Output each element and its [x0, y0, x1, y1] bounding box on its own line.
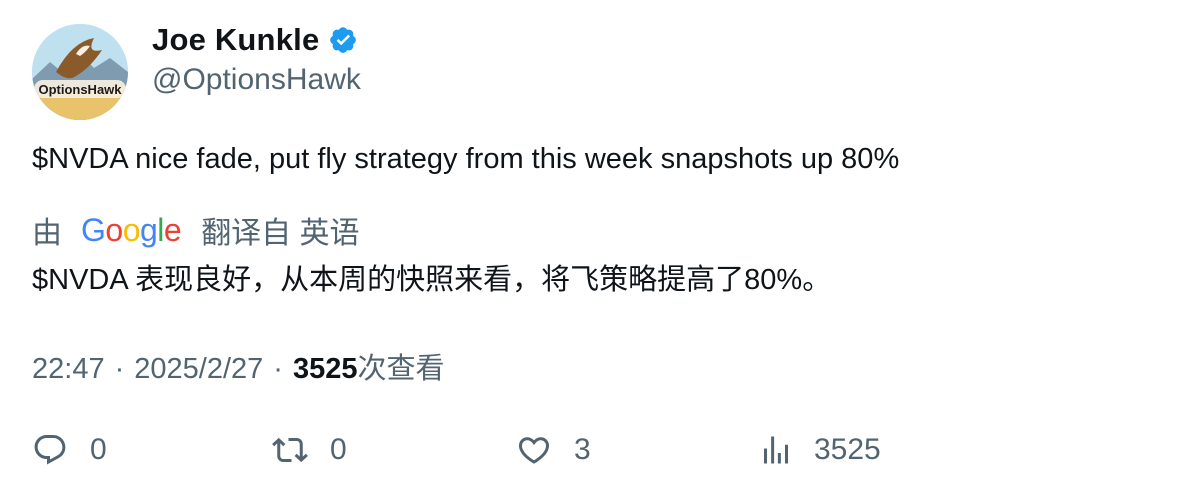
- tweet-date[interactable]: 2025/2/27: [134, 353, 263, 386]
- google-logo: Google: [81, 211, 182, 248]
- views-count: 3525: [292, 353, 358, 385]
- verified-badge-icon: [330, 27, 357, 53]
- tweet-meta: 22:47 · 2025/2/27 · 3525 次查看: [32, 345, 444, 387]
- retweet-count: 0: [330, 433, 347, 466]
- views-action-count: 3525: [814, 433, 881, 466]
- avatar-image: OptionsHawk: [32, 24, 128, 120]
- author-display-name[interactable]: Joe Kunkle: [152, 22, 319, 58]
- translation-by-label: 由: [32, 217, 62, 250]
- translation-from-label: 翻译自 英语: [201, 217, 360, 250]
- meta-separator: ·: [273, 353, 283, 385]
- avatar-logo-text: OptionsHawk: [38, 82, 122, 97]
- like-button[interactable]: 3: [516, 432, 591, 468]
- translated-tweet-text: $NVDA 表现良好，从本周的快照来看，将飞策略提高了80%。: [32, 264, 832, 296]
- retweet-button[interactable]: 0: [272, 432, 347, 468]
- reply-button[interactable]: 0: [32, 432, 107, 468]
- views-button[interactable]: 3525: [758, 432, 881, 468]
- meta-separator: ·: [114, 353, 125, 385]
- like-count: 3: [574, 433, 591, 466]
- reply-icon: [34, 435, 66, 465]
- author-name-row: Joe Kunkle: [152, 22, 358, 58]
- translation-attribution: 由 Google 翻译自 英语: [32, 208, 360, 252]
- retweet-icon: [272, 437, 308, 463]
- tweet-time[interactable]: 22:47: [32, 353, 105, 386]
- views-label: 次查看: [357, 353, 445, 385]
- tweet-text: $NVDA nice fade, put fly strategy from t…: [32, 143, 900, 175]
- author-handle[interactable]: @OptionsHawk: [152, 63, 361, 97]
- avatar[interactable]: OptionsHawk: [32, 24, 128, 120]
- views-icon: [764, 436, 788, 464]
- like-icon: [518, 437, 550, 464]
- reply-count: 0: [90, 433, 107, 466]
